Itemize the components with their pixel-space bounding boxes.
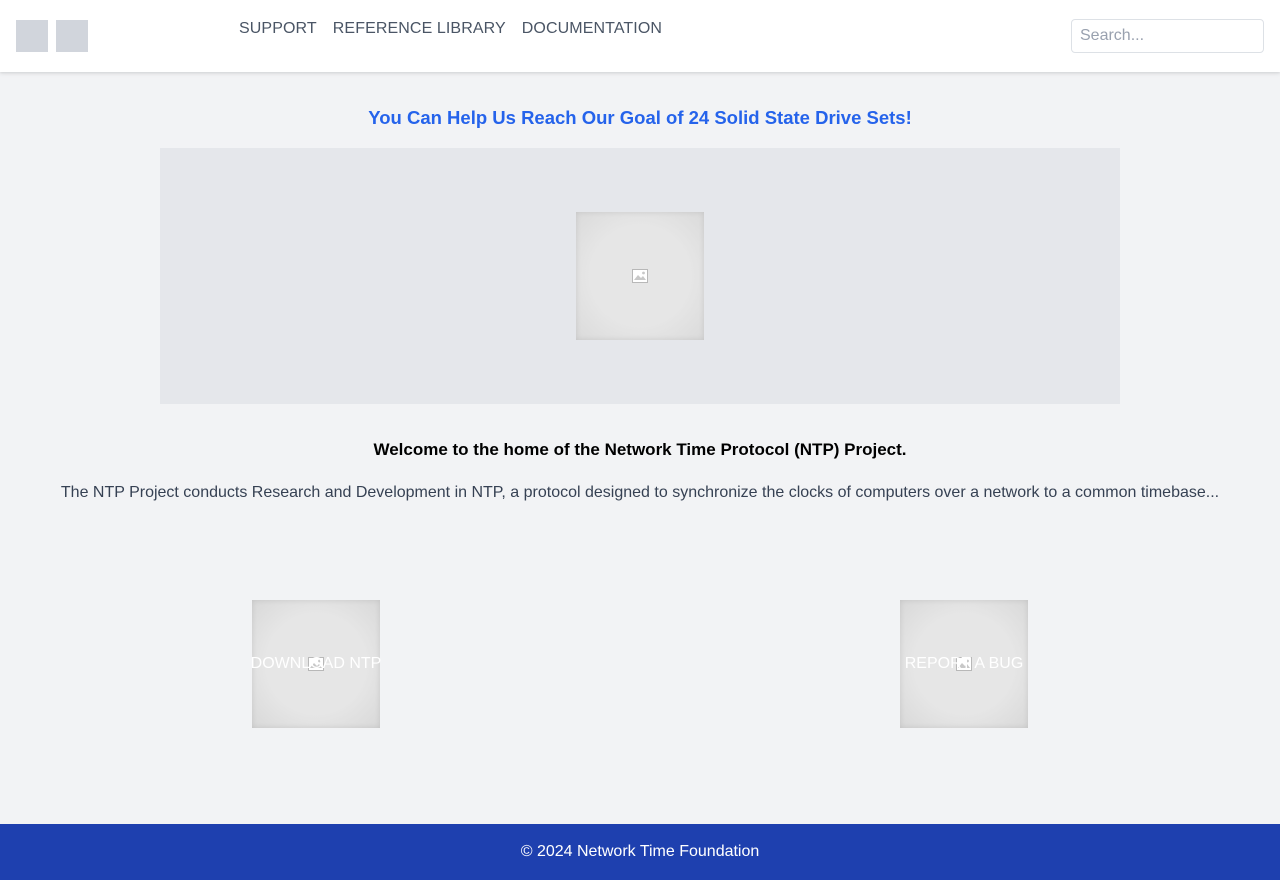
donation-banner-title[interactable]: You Can Help Us Reach Our Goal of 24 Sol… [0, 106, 1280, 130]
report-bug-button[interactable]: REPORT A BUG [900, 600, 1028, 728]
site-footer: © 2024 Network Time Foundation [0, 824, 1280, 880]
download-ntp-button[interactable]: DOWNLOAD NTP [251, 600, 381, 728]
intro-text: The NTP Project conducts Research and De… [60, 484, 1220, 501]
donation-banner [160, 148, 1120, 404]
search-input[interactable] [1071, 19, 1264, 53]
banner-image[interactable] [576, 212, 704, 340]
logo-placeholder-2[interactable] [56, 20, 88, 52]
site-header: SUPPORT REFERENCE LIBRARY DOCUMENTATION [0, 0, 1280, 72]
main-nav: SUPPORT REFERENCE LIBRARY DOCUMENTATION [239, 19, 662, 39]
logo-placeholder-1[interactable] [16, 20, 48, 52]
report-bug-label: REPORT A BUG [904, 655, 1024, 672]
nav-link-documentation[interactable]: DOCUMENTATION [522, 19, 662, 39]
footer-copyright: © 2024 Network Time Foundation [520, 843, 760, 860]
download-ntp-label: DOWNLOAD NTP [250, 655, 382, 672]
nav-link-support[interactable]: SUPPORT [239, 19, 317, 39]
welcome-heading: Welcome to the home of the Network Time … [373, 440, 907, 459]
nav-link-reference-library[interactable]: REFERENCE LIBRARY [333, 19, 506, 39]
broken-image-icon [632, 269, 648, 283]
